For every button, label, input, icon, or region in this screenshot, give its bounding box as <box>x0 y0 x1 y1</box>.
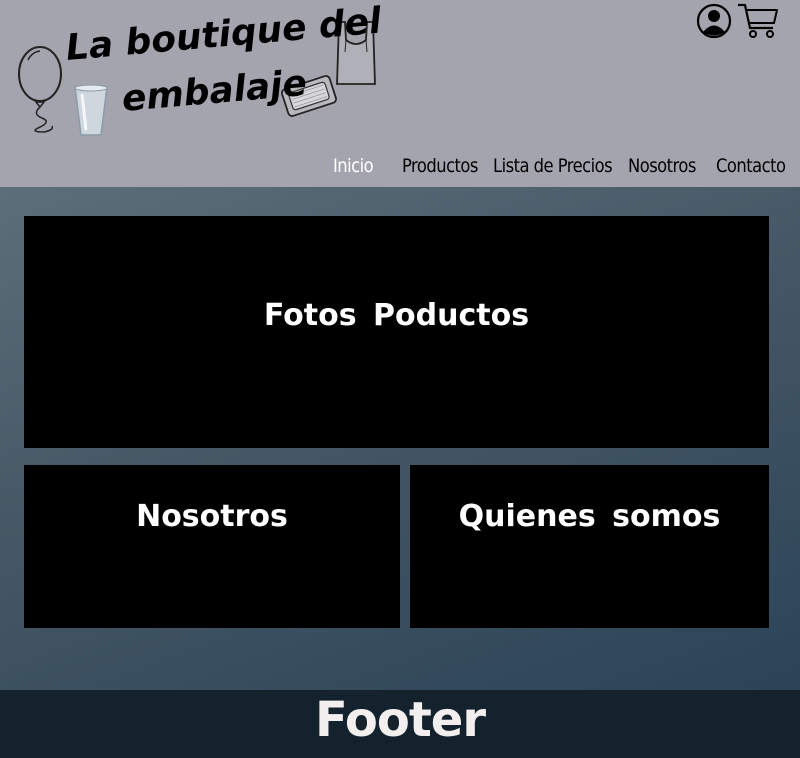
balloon-icon <box>18 46 62 133</box>
nosotros-panel[interactable]: Nosotros <box>24 465 400 628</box>
nav-item-contacto[interactable]: Contacto <box>716 155 786 177</box>
fotos-productos-title: Fotos Poductos <box>263 298 530 333</box>
site-header: La boutique del embalaje Inicio Producto… <box>0 0 800 187</box>
user-icon[interactable] <box>696 3 732 39</box>
cart-icon[interactable] <box>737 2 779 40</box>
main-content: Fotos Poductos Nosotros Quienes somos <box>0 187 800 690</box>
nav-item-nosotros[interactable]: Nosotros <box>628 155 696 177</box>
nav-item-inicio[interactable]: Inicio <box>333 155 374 177</box>
quienes-somos-panel[interactable]: Quienes somos <box>410 465 769 628</box>
nosotros-title: Nosotros <box>136 499 288 534</box>
quienes-somos-title: Quienes somos <box>458 499 721 534</box>
footer-label: Footer <box>315 692 486 748</box>
nav-item-productos[interactable]: Productos <box>402 155 478 177</box>
fotos-productos-panel[interactable]: Fotos Poductos <box>24 216 769 448</box>
plastic-cup-icon <box>74 84 108 136</box>
main-nav: Inicio Productos Lista de Precios Nosotr… <box>0 152 800 184</box>
nav-item-lista-de-precios[interactable]: Lista de Precios <box>493 155 613 177</box>
site-footer: Footer <box>0 690 800 758</box>
site-logo[interactable]: La boutique del embalaje <box>0 0 400 150</box>
